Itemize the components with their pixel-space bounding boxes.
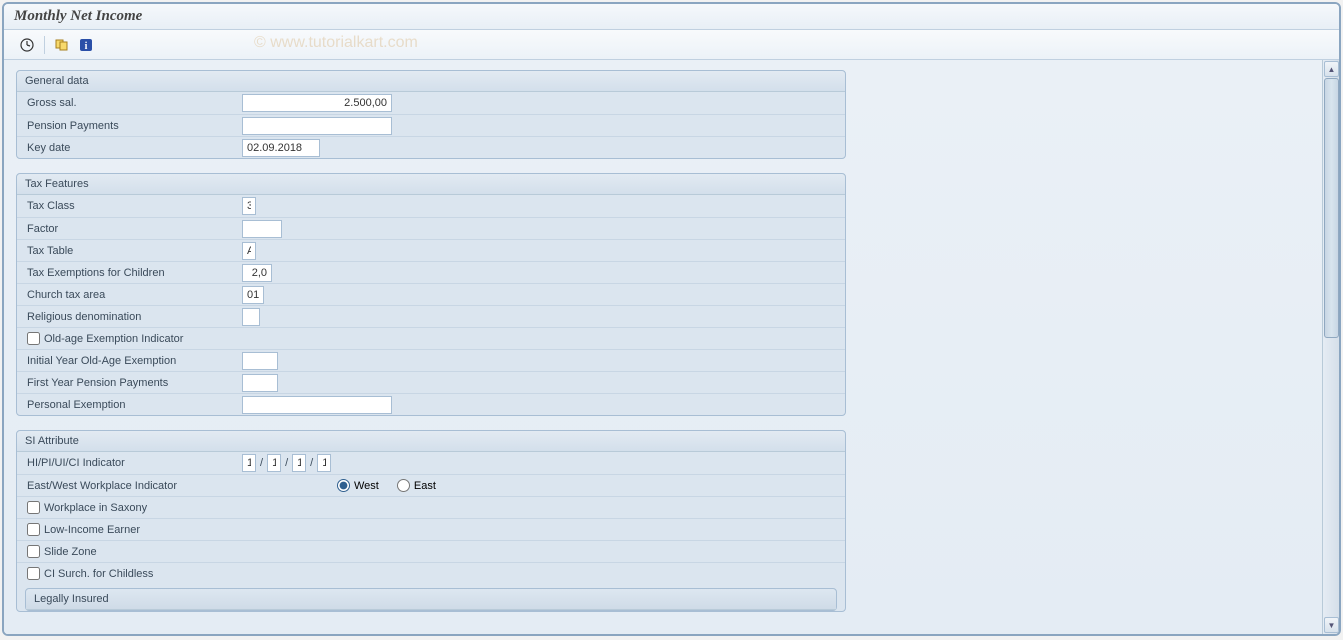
input-factor[interactable] — [242, 220, 282, 238]
label-low-income: Low-Income Earner — [44, 524, 140, 536]
input-tax-exempt-children[interactable] — [242, 264, 272, 282]
radio-east[interactable] — [397, 479, 410, 492]
group-si-attribute: SI Attribute HI/PI/UI/CI Indicator / / /… — [16, 430, 846, 612]
radio-west[interactable] — [337, 479, 350, 492]
scroll-down-button[interactable]: ▼ — [1324, 617, 1339, 633]
toolbar-separator — [44, 36, 45, 54]
checkbox-low-income[interactable] — [27, 523, 40, 536]
variant-button[interactable] — [51, 34, 73, 56]
label-tax-exempt-children: Tax Exemptions for Children — [27, 267, 242, 279]
title-bar: Monthly Net Income — [4, 4, 1339, 30]
label-slide-zone: Slide Zone — [44, 546, 97, 558]
svg-text:i: i — [85, 41, 88, 52]
slash-2: / — [285, 457, 288, 469]
group-general-data: General data Gross sal. Pension Payments… — [16, 70, 846, 159]
info-button[interactable]: i — [75, 34, 97, 56]
content-area[interactable]: General data Gross sal. Pension Payments… — [4, 60, 1322, 634]
label-tax-class: Tax Class — [27, 200, 242, 212]
label-old-age-exemption: Old-age Exemption Indicator — [44, 333, 183, 345]
label-pension-payments: Pension Payments — [27, 120, 242, 132]
subgroup-title-legally-insured: Legally Insured — [26, 589, 836, 610]
window-title: Monthly Net Income — [14, 8, 142, 24]
watermark: © www.tutorialkart.com — [254, 34, 418, 52]
label-first-year-pension: First Year Pension Payments — [27, 377, 242, 389]
scroll-up-button[interactable]: ▲ — [1324, 61, 1339, 77]
label-east-west: East/West Workplace Indicator — [27, 480, 337, 492]
input-church-tax-area[interactable] — [242, 286, 264, 304]
input-ui[interactable] — [292, 454, 306, 472]
checkbox-ci-surcharge-childless[interactable] — [27, 567, 40, 580]
vertical-scrollbar[interactable]: ▲ ▼ — [1322, 60, 1339, 634]
input-pension-payments[interactable] — [242, 117, 392, 135]
group-tax-features: Tax Features Tax Class Factor Tax Table — [16, 173, 846, 416]
label-ci-surcharge-childless: CI Surch. for Childless — [44, 568, 153, 580]
label-east: East — [414, 480, 436, 492]
info-icon: i — [78, 37, 94, 53]
execute-icon — [19, 37, 35, 53]
checkbox-slide-zone[interactable] — [27, 545, 40, 558]
input-init-year-oldage[interactable] — [242, 352, 278, 370]
subgroup-legally-insured: Legally Insured — [25, 588, 837, 611]
label-church-tax-area: Church tax area — [27, 289, 242, 301]
execute-button[interactable] — [16, 34, 38, 56]
input-gross-sal[interactable] — [242, 94, 392, 112]
toolbar: i © www.tutorialkart.com — [4, 30, 1339, 60]
input-tax-class[interactable] — [242, 197, 256, 215]
checkbox-saxony[interactable] — [27, 501, 40, 514]
input-key-date[interactable] — [242, 139, 320, 157]
label-si-indicator: HI/PI/UI/CI Indicator — [27, 457, 242, 469]
input-hi[interactable] — [242, 454, 256, 472]
input-religion[interactable] — [242, 308, 260, 326]
input-pi[interactable] — [267, 454, 281, 472]
label-religion: Religious denomination — [27, 311, 242, 323]
label-personal-exemption: Personal Exemption — [27, 399, 242, 411]
group-title-general: General data — [17, 71, 845, 92]
input-personal-exemption[interactable] — [242, 396, 392, 414]
input-ci[interactable] — [317, 454, 331, 472]
label-saxony: Workplace in Saxony — [44, 502, 147, 514]
label-tax-table: Tax Table — [27, 245, 242, 257]
slash-3: / — [310, 457, 313, 469]
variant-icon — [54, 37, 70, 53]
label-key-date: Key date — [27, 142, 242, 154]
label-init-year-oldage: Initial Year Old-Age Exemption — [27, 355, 242, 367]
label-gross-sal: Gross sal. — [27, 97, 242, 109]
checkbox-old-age-exemption[interactable] — [27, 332, 40, 345]
label-factor: Factor — [27, 223, 242, 235]
label-west: West — [354, 480, 379, 492]
input-first-year-pension[interactable] — [242, 374, 278, 392]
window: Monthly Net Income i © www.tutorialkart.… — [2, 2, 1341, 636]
scroll-thumb[interactable] — [1324, 78, 1339, 338]
group-title-si: SI Attribute — [17, 431, 845, 452]
group-title-tax: Tax Features — [17, 174, 845, 195]
content-wrap: General data Gross sal. Pension Payments… — [4, 60, 1339, 634]
input-tax-table[interactable] — [242, 242, 256, 260]
slash-1: / — [260, 457, 263, 469]
